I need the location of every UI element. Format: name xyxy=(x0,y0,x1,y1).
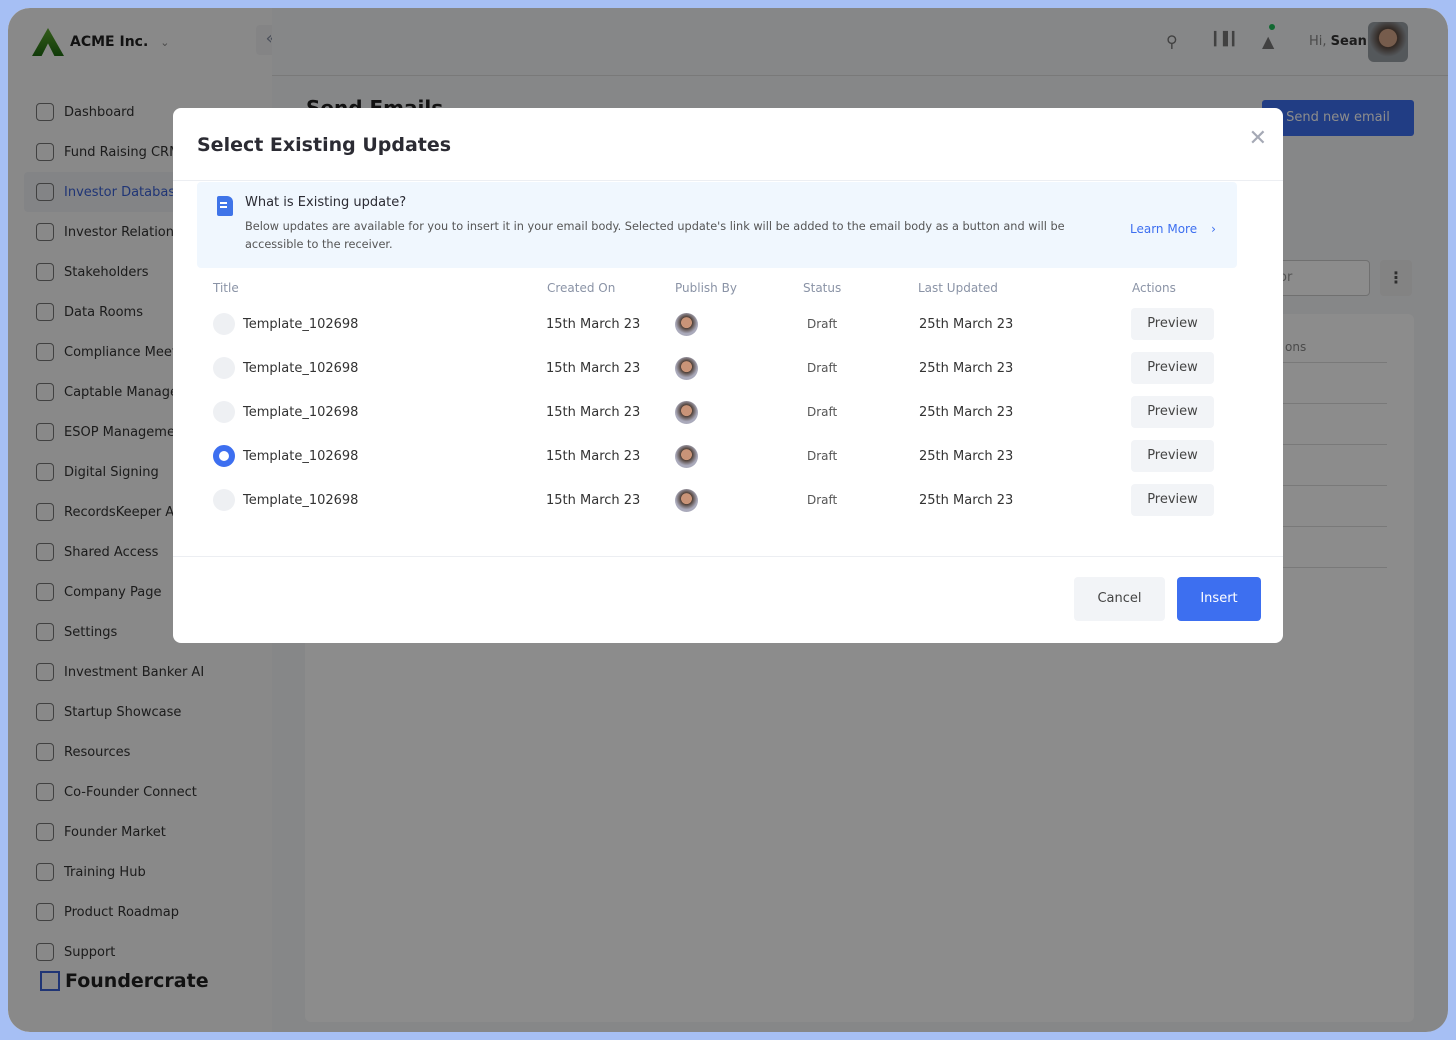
table-row[interactable]: Template_102698 15th March 23 Draft 25th Ma… xyxy=(173,479,1283,523)
table-row[interactable]: Template_102698 15th March 23 Draft 25th Ma… xyxy=(173,303,1283,347)
row-last-updated: 25th March 23 xyxy=(919,493,1014,508)
column-header-title: Title xyxy=(213,281,239,295)
table-row[interactable]: Template_102698 15th March 23 Draft 25th Ma… xyxy=(173,391,1283,435)
document-icon xyxy=(217,196,233,216)
preview-button[interactable]: Preview xyxy=(1131,484,1214,516)
publisher-avatar xyxy=(675,489,698,512)
row-last-updated: 25th March 23 xyxy=(919,449,1014,464)
row-created-on: 15th March 23 xyxy=(546,361,641,376)
publisher-avatar xyxy=(675,357,698,380)
row-created-on: 15th March 23 xyxy=(546,493,641,508)
table-row[interactable]: Template_102698 15th March 23 Draft 25th Ma… xyxy=(173,347,1283,391)
row-status: Draft xyxy=(807,493,838,507)
chevron-right-icon: › xyxy=(1211,222,1216,236)
row-status: Draft xyxy=(807,317,838,331)
row-title: Template_102698 xyxy=(243,317,359,332)
row-radio[interactable] xyxy=(213,445,235,467)
row-last-updated: 25th March 23 xyxy=(919,405,1014,420)
row-last-updated: 25th March 23 xyxy=(919,317,1014,332)
row-created-on: 15th March 23 xyxy=(546,449,641,464)
select-existing-updates-modal: Select Existing Updates ✕ What is Existi… xyxy=(173,108,1283,643)
column-header-last-updated: Last Updated xyxy=(918,281,998,295)
learn-more-link[interactable]: Learn More › xyxy=(1130,222,1216,236)
info-banner: What is Existing update? Below updates a… xyxy=(197,182,1237,268)
column-header-created-on: Created On xyxy=(547,281,616,295)
row-status: Draft xyxy=(807,361,838,375)
row-title: Template_102698 xyxy=(243,493,359,508)
row-radio[interactable] xyxy=(213,313,235,335)
row-radio[interactable] xyxy=(213,489,235,511)
column-header-status: Status xyxy=(803,281,842,295)
preview-button[interactable]: Preview xyxy=(1131,308,1214,340)
publisher-avatar xyxy=(675,313,698,336)
cancel-button[interactable]: Cancel xyxy=(1074,577,1165,621)
publisher-avatar xyxy=(675,401,698,424)
preview-button[interactable]: Preview xyxy=(1131,352,1214,384)
insert-button[interactable]: Insert xyxy=(1177,577,1261,621)
column-header-publish-by: Publish By xyxy=(675,281,737,295)
row-radio[interactable] xyxy=(213,401,235,423)
preview-button[interactable]: Preview xyxy=(1131,396,1214,428)
close-icon[interactable]: ✕ xyxy=(1249,126,1267,151)
table-row[interactable]: Template_102698 15th March 23 Draft 25th Ma… xyxy=(173,435,1283,479)
divider xyxy=(173,180,1283,181)
row-created-on: 15th March 23 xyxy=(546,317,641,332)
column-header-actions: Actions xyxy=(1132,281,1176,295)
row-title: Template_102698 xyxy=(243,361,359,376)
row-status: Draft xyxy=(807,449,838,463)
row-last-updated: 25th March 23 xyxy=(919,361,1014,376)
row-title: Template_102698 xyxy=(243,405,359,420)
publisher-avatar xyxy=(675,445,698,468)
row-title: Template_102698 xyxy=(243,449,359,464)
modal-title: Select Existing Updates xyxy=(197,134,452,156)
row-status: Draft xyxy=(807,405,838,419)
preview-button[interactable]: Preview xyxy=(1131,440,1214,472)
row-created-on: 15th March 23 xyxy=(546,405,641,420)
info-heading: What is Existing update? xyxy=(245,195,407,210)
row-radio[interactable] xyxy=(213,357,235,379)
divider xyxy=(173,556,1283,557)
info-text: Below updates are available for you to i… xyxy=(245,220,1065,251)
